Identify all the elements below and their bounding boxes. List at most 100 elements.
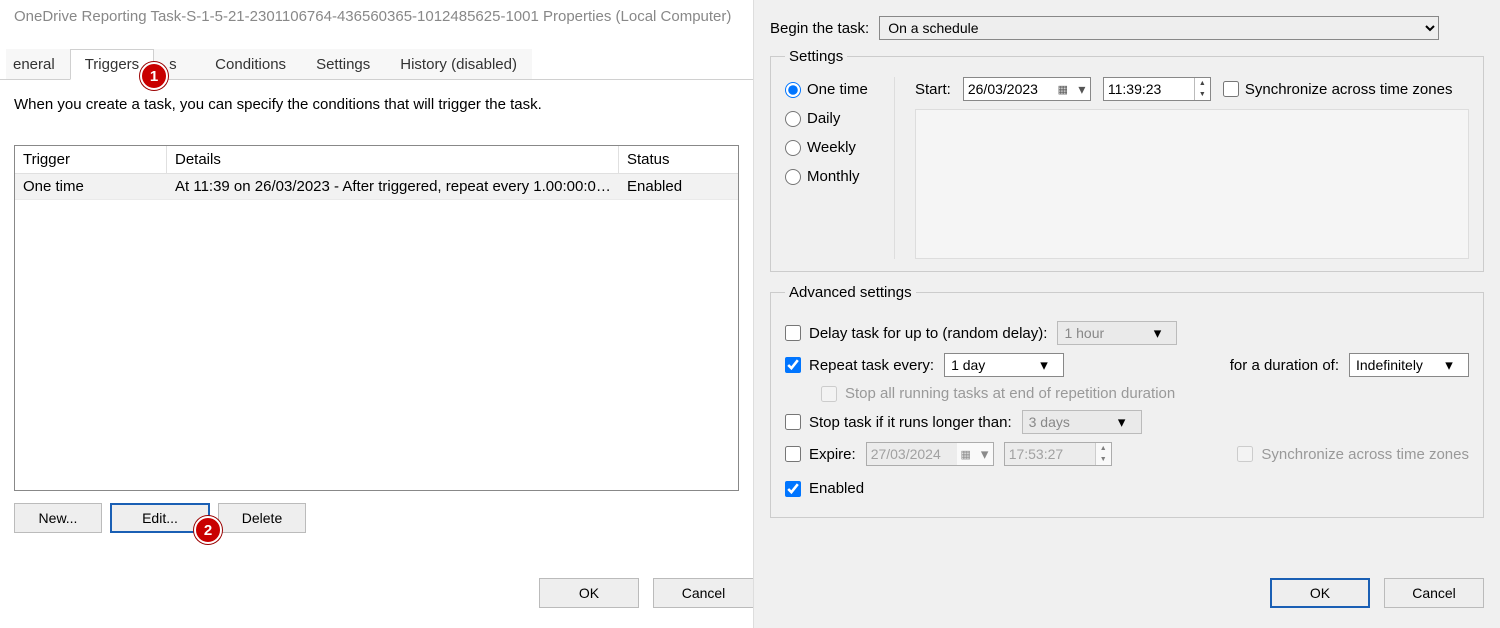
radio-one-time[interactable]: One time [785, 81, 894, 98]
radio-one-time-label: One time [807, 81, 868, 98]
col-details[interactable]: Details [167, 146, 619, 173]
tab-history[interactable]: History (disabled) [385, 49, 532, 79]
repeat-check[interactable]: Repeat task every: [785, 357, 934, 374]
stop-all-checkbox [821, 386, 837, 402]
repeat-value[interactable] [945, 354, 1035, 376]
repeat-checkbox[interactable] [785, 357, 801, 373]
schedule-radio-group: One time Daily Weekly Monthly [785, 77, 895, 259]
tab-description: When you create a task, you can specify … [0, 80, 753, 123]
tab-general[interactable]: eneral [6, 49, 70, 79]
repeat-combo[interactable]: ▾ [944, 353, 1064, 377]
table-header-row: Trigger Details Status [15, 146, 738, 174]
stop-if-value [1023, 411, 1113, 433]
expire-time-input [1005, 443, 1095, 465]
settings-legend: Settings [785, 48, 847, 65]
chevron-down-icon: ▾ [1113, 413, 1131, 431]
cancel-button-left[interactable]: Cancel [653, 578, 753, 608]
time-spinner: ▲▼ [1095, 443, 1111, 465]
col-trigger[interactable]: Trigger [15, 146, 167, 173]
radio-weekly[interactable]: Weekly [785, 139, 894, 156]
start-label: Start: [915, 81, 951, 98]
calendar-icon: ▦ [957, 445, 975, 463]
delay-check[interactable]: Delay task for up to (random delay): [785, 325, 1047, 342]
dialog-footer-left: OK Cancel [539, 578, 753, 608]
chevron-down-icon[interactable]: ▾ [1074, 81, 1090, 98]
sync-tz-label: Synchronize across time zones [1245, 81, 1453, 98]
tab-settings[interactable]: Settings [301, 49, 385, 79]
repeat-label: Repeat task every: [809, 357, 934, 374]
radio-daily[interactable]: Daily [785, 110, 894, 127]
duration-value[interactable] [1350, 354, 1440, 376]
stop-all-check: Stop all running tasks at end of repetit… [821, 385, 1175, 402]
tab-conditions[interactable]: Conditions [200, 49, 301, 79]
time-spinner[interactable]: ▲▼ [1194, 78, 1210, 100]
task-properties-window: OneDrive Reporting Task-S-1-5-21-2301106… [0, 0, 754, 628]
enabled-check[interactable]: Enabled [785, 480, 864, 497]
dialog-footer-right: OK Cancel [1270, 578, 1484, 608]
begin-task-row: Begin the task: On a schedule [770, 16, 1484, 40]
annotation-badge-1: 1 [140, 62, 168, 90]
delay-label: Delay task for up to (random delay): [809, 325, 1047, 342]
new-button[interactable]: New... [14, 503, 102, 533]
begin-task-select[interactable]: On a schedule [879, 16, 1439, 40]
stop-if-label: Stop task if it runs longer than: [809, 414, 1012, 431]
stop-if-combo: ▾ [1022, 410, 1142, 434]
duration-label: for a duration of: [1230, 357, 1339, 374]
expire-date-picker: ▦ ▾ [866, 442, 994, 466]
chevron-down-icon: ▾ [1148, 324, 1166, 342]
sync-tz2-check: Synchronize across time zones [1237, 446, 1469, 463]
stop-if-checkbox[interactable] [785, 414, 801, 430]
calendar-icon[interactable]: ▦ [1054, 80, 1072, 98]
duration-combo[interactable]: ▾ [1349, 353, 1469, 377]
sync-tz2-checkbox [1237, 446, 1253, 462]
enabled-checkbox[interactable] [785, 481, 801, 497]
radio-daily-input[interactable] [785, 111, 801, 127]
chevron-down-icon: ▾ [977, 445, 993, 463]
table-row[interactable]: One time At 11:39 on 26/03/2023 - After … [15, 174, 738, 200]
radio-monthly-label: Monthly [807, 168, 860, 185]
advanced-legend: Advanced settings [785, 284, 916, 301]
stop-all-label: Stop all running tasks at end of repetit… [845, 385, 1175, 402]
ok-button-left[interactable]: OK [539, 578, 639, 608]
cell-details: At 11:39 on 26/03/2023 - After triggered… [167, 174, 619, 199]
window-title: OneDrive Reporting Task-S-1-5-21-2301106… [0, 0, 753, 29]
delay-value [1058, 322, 1148, 344]
stop-if-check[interactable]: Stop task if it runs longer than: [785, 414, 1012, 431]
sync-tz-checkbox[interactable] [1223, 81, 1239, 97]
chevron-down-icon[interactable]: ▾ [1440, 356, 1458, 374]
radio-one-time-input[interactable] [785, 82, 801, 98]
expire-label: Expire: [809, 446, 856, 463]
start-time-picker[interactable]: ▲▼ [1103, 77, 1211, 101]
expire-time-picker: ▲▼ [1004, 442, 1112, 466]
start-date-picker[interactable]: ▦ ▾ [963, 77, 1091, 101]
radio-weekly-label: Weekly [807, 139, 856, 156]
delete-button[interactable]: Delete [218, 503, 306, 533]
enabled-label: Enabled [809, 480, 864, 497]
start-time-input[interactable] [1104, 78, 1194, 100]
cell-trigger: One time [15, 174, 167, 199]
radio-weekly-input[interactable] [785, 140, 801, 156]
delay-combo: ▾ [1057, 321, 1177, 345]
sync-tz-check[interactable]: Synchronize across time zones [1223, 81, 1453, 98]
tab-strip: eneral Triggers s Conditions Settings Hi… [0, 49, 753, 80]
chevron-down-icon[interactable]: ▾ [1035, 356, 1053, 374]
begin-task-label: Begin the task: [770, 20, 869, 37]
schedule-detail-panel [915, 109, 1469, 259]
radio-monthly[interactable]: Monthly [785, 168, 894, 185]
radio-monthly-input[interactable] [785, 169, 801, 185]
trigger-buttons-row: New... Edit... Delete [0, 491, 753, 545]
expire-check[interactable]: Expire: [785, 446, 856, 463]
edit-trigger-window: Begin the task: On a schedule Settings O… [754, 0, 1500, 628]
annotation-badge-2: 2 [194, 516, 222, 544]
settings-fieldset: Settings One time Daily Weekly [770, 48, 1484, 272]
triggers-table[interactable]: Trigger Details Status One time At 11:39… [14, 145, 739, 491]
ok-button-right[interactable]: OK [1270, 578, 1370, 608]
col-status[interactable]: Status [619, 146, 738, 173]
advanced-fieldset: Advanced settings Delay task for up to (… [770, 284, 1484, 518]
delay-checkbox[interactable] [785, 325, 801, 341]
cancel-button-right[interactable]: Cancel [1384, 578, 1484, 608]
expire-checkbox[interactable] [785, 446, 801, 462]
expire-date-input [867, 443, 957, 465]
start-date-input[interactable] [964, 78, 1054, 100]
cell-status: Enabled [619, 174, 738, 199]
